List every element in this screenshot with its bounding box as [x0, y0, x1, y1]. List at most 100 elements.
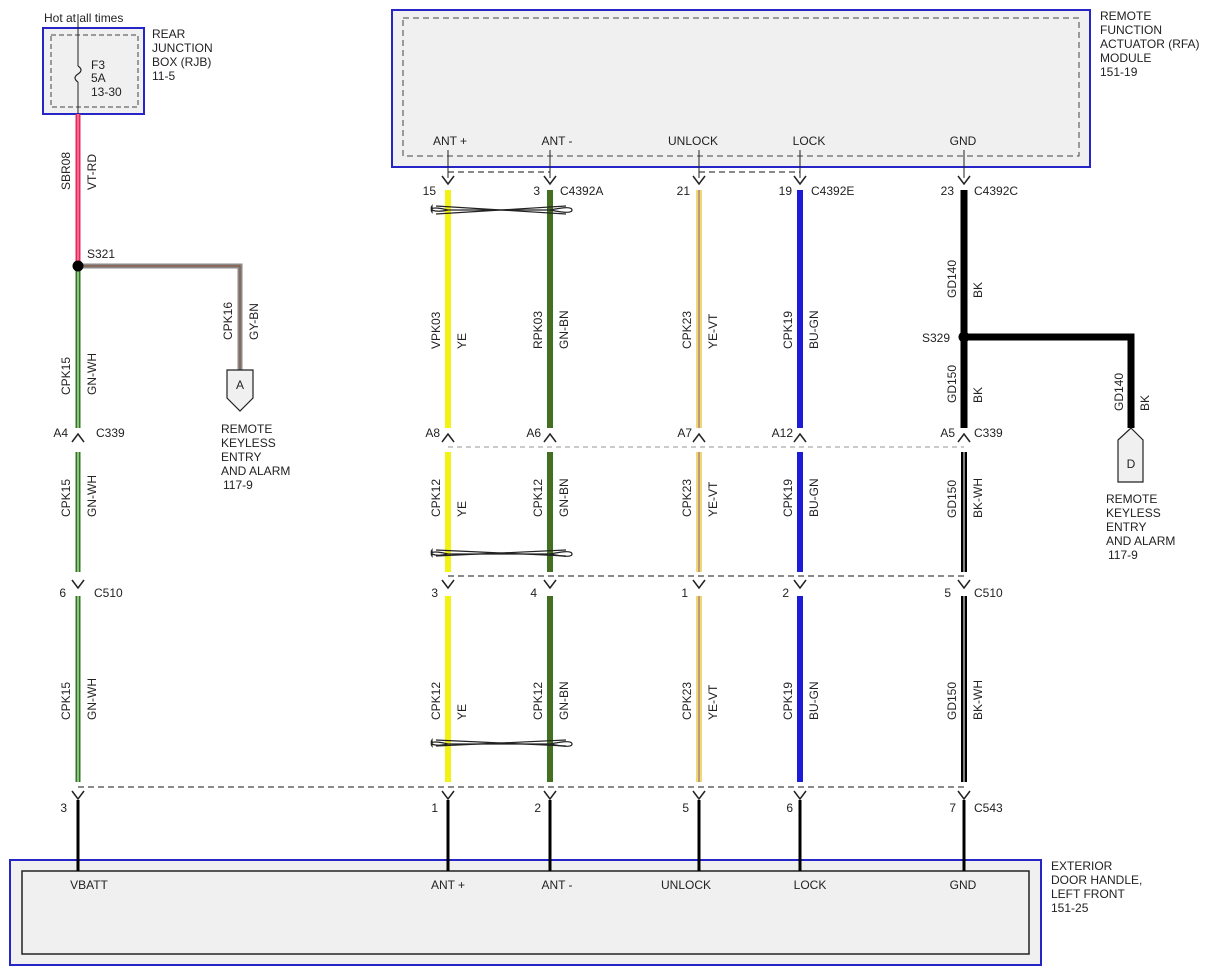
ref-d-title-4: AND ALARM	[1106, 534, 1175, 548]
c543-pin-5: 5	[682, 801, 689, 815]
wire-label-gnd-4-circuit: GD150	[945, 682, 959, 720]
door-pin-vbatt: VBATT	[70, 878, 108, 892]
wiring-diagram: Hot at all times F3 5A 13-30 REAR JUNCTI…	[9, 9, 1200, 966]
rfa-title-3: ACTUATOR (RFA)	[1100, 37, 1200, 51]
splice-s321-label: S321	[87, 247, 115, 261]
c510-name-right: C510	[974, 586, 1003, 600]
wire-label-unlock-2-color: YE-VT	[706, 481, 720, 517]
c510-name-left: C510	[94, 586, 123, 600]
rfa-title-4: MODULE	[1100, 51, 1151, 65]
wire-label-sbr08-circuit: SBR08	[59, 152, 73, 190]
c543-pin-1: 1	[431, 801, 438, 815]
c339-pin-a5: A5	[940, 426, 955, 440]
c339-pin-a4: A4	[53, 426, 68, 440]
rfa-conn-pin-3: 3	[533, 184, 540, 198]
wire-label-antminus-3-circuit: CPK12	[531, 682, 545, 720]
door-handle-module[interactable]	[9, 859, 1042, 966]
c510-pin-5: 5	[944, 586, 951, 600]
fuse-rating: 5A	[91, 71, 106, 85]
wire-gd140-branch	[964, 333, 1135, 428]
rfa-title-5: 151-19	[1100, 65, 1138, 79]
c543-name: C543	[974, 801, 1003, 815]
rfa-module[interactable]	[391, 9, 1091, 168]
c543-pin-6: 6	[786, 801, 793, 815]
wire-label-antplus-1-color: YE	[455, 333, 469, 349]
wire-label-antminus-2-color: GN-BN	[557, 478, 571, 517]
wire-label-antplus-3-color: YE	[455, 704, 469, 720]
ref-a-title-4: AND ALARM	[221, 464, 290, 478]
wire-label-cpk16-color: GY-BN	[247, 303, 261, 340]
door-title-3: LEFT FRONT	[1051, 887, 1125, 901]
wire-label-gnd-3-color: BK-WH	[971, 478, 985, 518]
wire-label-gnd-4-color: BK-WH	[971, 680, 985, 720]
fuse-name: F3	[91, 58, 105, 72]
ref-d-letter: D	[1127, 457, 1136, 471]
wire-label-gd140-branch-circuit: GD140	[1112, 373, 1126, 411]
wire-label-gnd-1-circuit: GD140	[945, 260, 959, 298]
c339-pin-a8: A8	[425, 426, 440, 440]
hot-at-all-times-label: Hot at all times	[44, 11, 123, 25]
ref-flag-d[interactable]	[1117, 427, 1144, 483]
ref-d-title-3: ENTRY	[1106, 520, 1146, 534]
c543-pin-2: 2	[534, 801, 541, 815]
wire-label-vbatt-2-color: GN-WH	[85, 475, 99, 517]
splice-s329-dot	[958, 331, 970, 343]
door-pin-lock: LOCK	[794, 878, 827, 892]
wire-label-cpk16-circuit: CPK16	[221, 302, 235, 340]
rjb-title-1: REAR	[152, 27, 186, 41]
ref-a-title-2: KEYLESS	[221, 436, 276, 450]
wire-label-antplus-2-circuit: CPK12	[429, 479, 443, 517]
wire-label-antminus-3-color: GN-BN	[557, 681, 571, 720]
wire-cpk16	[78, 263, 243, 370]
wire-label-vbatt-3-color: GN-WH	[85, 678, 99, 720]
rfa-title-1: REMOTE	[1100, 9, 1151, 23]
door-title-2: DOOR HANDLE,	[1051, 873, 1142, 887]
wire-label-gnd-1-color: BK	[971, 282, 985, 298]
rfa-conn-name-c4392c: C4392C	[974, 184, 1018, 198]
wire-label-lock-3-circuit: CPK19	[781, 682, 795, 720]
c543-pin-7: 7	[949, 801, 956, 815]
wire-label-vbatt-1-circuit: CPK15	[59, 357, 73, 395]
rfa-conn-pin-21: 21	[677, 184, 691, 198]
rfa-title-2: FUNCTION	[1100, 23, 1162, 37]
wire-label-sbr08-color: VT-RD	[85, 154, 99, 190]
rfa-module-outline	[391, 9, 1091, 168]
rjb-title-3: BOX (RJB)	[152, 55, 211, 69]
ref-a-title-3: ENTRY	[221, 450, 261, 464]
door-handle-outline	[9, 859, 1042, 966]
c510-pin-1: 1	[681, 586, 688, 600]
door-pin-ant-minus: ANT -	[541, 878, 572, 892]
wire-label-unlock-3-color: YE-VT	[706, 684, 720, 720]
connector-chevrons	[71, 175, 971, 801]
wire-label-vbatt-2-circuit: CPK15	[59, 479, 73, 517]
wire-label-unlock-3-circuit: CPK23	[680, 682, 694, 720]
rfa-conn-pin-23: 23	[941, 184, 955, 198]
wire-label-lock-2-circuit: CPK19	[781, 479, 795, 517]
wire-label-lock-1-color: BU-GN	[807, 310, 821, 349]
wire-label-gnd-3-circuit: GD150	[945, 480, 959, 518]
wire-label-gd140-branch-color: BK	[1138, 395, 1152, 411]
rjb-title-2: JUNCTION	[152, 41, 213, 55]
wire-label-vbatt-3-circuit: CPK15	[59, 682, 73, 720]
splice-s329-label: S329	[922, 331, 950, 345]
door-pin-gnd: GND	[950, 878, 977, 892]
wire-label-gnd-2-color: BK	[971, 387, 985, 403]
door-pin-unlock: UNLOCK	[661, 878, 711, 892]
rfa-pin-ant-minus: ANT -	[541, 134, 572, 148]
c339-pin-a7: A7	[677, 426, 692, 440]
ref-a-letter: A	[236, 378, 244, 392]
wire-label-unlock-1-color: YE-VT	[706, 313, 720, 349]
wire-label-lock-3-color: BU-GN	[807, 681, 821, 720]
rfa-pin-ant-plus: ANT +	[433, 134, 467, 148]
wire-label-antminus-1-circuit: RPK03	[531, 311, 545, 349]
wire-label-lock-2-color: BU-GN	[807, 478, 821, 517]
wire-label-unlock-2-circuit: CPK23	[680, 479, 694, 517]
door-title-1: EXTERIOR	[1051, 859, 1113, 873]
c510-pin-4: 4	[530, 586, 537, 600]
wire-label-antplus-1-circuit: VPK03	[429, 311, 443, 349]
rfa-conn-pin-19: 19	[779, 184, 793, 198]
splice-s321-dot	[72, 260, 84, 272]
rfa-pin-lock: LOCK	[793, 134, 826, 148]
fuse-ref: 13-30	[91, 85, 122, 99]
c339-pin-a6: A6	[526, 426, 541, 440]
